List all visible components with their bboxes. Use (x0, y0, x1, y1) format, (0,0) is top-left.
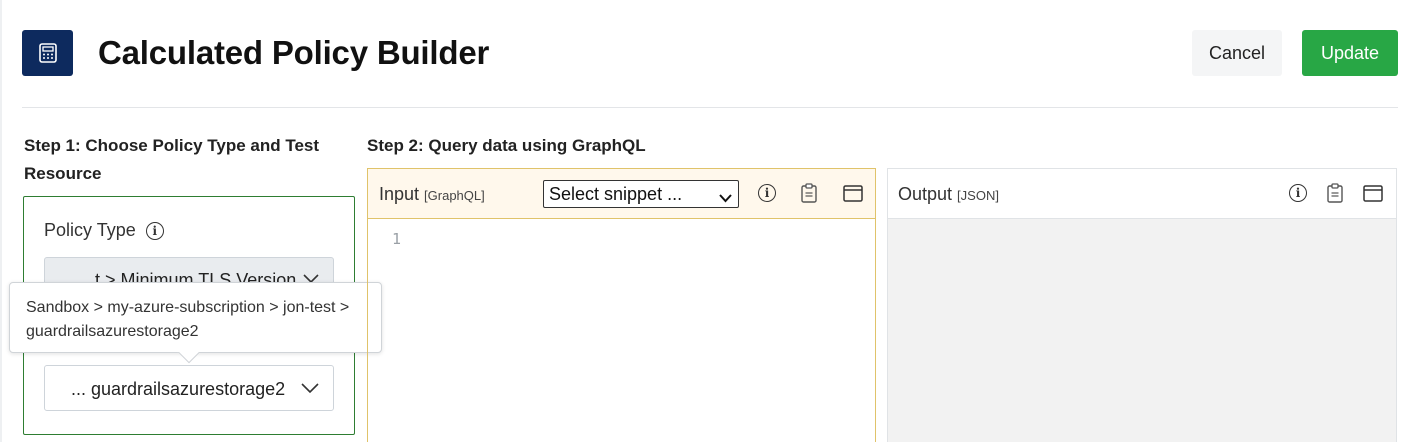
left-border (0, 0, 2, 442)
output-subtitle: [JSON] (957, 188, 999, 203)
clipboard-icon[interactable] (801, 183, 817, 203)
step2-heading: Step 2: Query data using GraphQL (367, 136, 646, 155)
input-panel-title: Input [GraphQL] (379, 184, 485, 205)
chevron-down-icon (719, 187, 732, 208)
step1-heading: Step 1: Choose Policy Type and Test Reso… (24, 136, 320, 183)
page-title: Calculated Policy Builder (98, 34, 490, 71)
update-button[interactable]: Update (1302, 30, 1398, 76)
snippet-selected: Select snippet ... (549, 184, 683, 204)
clipboard-icon[interactable] (1327, 183, 1343, 203)
tooltip-arrow (177, 352, 199, 364)
output-title: Output (898, 184, 953, 204)
header-divider (22, 107, 1398, 108)
calculator-icon (22, 30, 73, 76)
output-panel-title: Output [JSON] (898, 184, 999, 205)
resource-tooltip: Sandbox > my-azure-subscription > jon-te… (9, 282, 382, 353)
info-icon[interactable]: i (145, 221, 164, 240)
snippet-select[interactable]: Select snippet ... (543, 180, 739, 208)
info-icon[interactable]: i (758, 184, 776, 202)
input-subtitle: [GraphQL] (424, 188, 485, 203)
line-number: 1 (392, 230, 402, 248)
resource-value: ... guardrailsazurestorage2 (71, 379, 286, 399)
chevron-down-icon (301, 378, 319, 399)
input-title: Input (379, 184, 420, 204)
info-icon[interactable]: i (1289, 184, 1307, 202)
cancel-button[interactable]: Cancel (1192, 30, 1282, 76)
panel-icon[interactable] (843, 185, 863, 202)
policy-type-label: Policy Type i (44, 220, 164, 241)
panel-icon[interactable] (1363, 185, 1383, 202)
policy-type-label-text: Policy Type (44, 220, 136, 240)
resource-select[interactable]: ... guardrailsazurestorage2 (44, 365, 334, 411)
